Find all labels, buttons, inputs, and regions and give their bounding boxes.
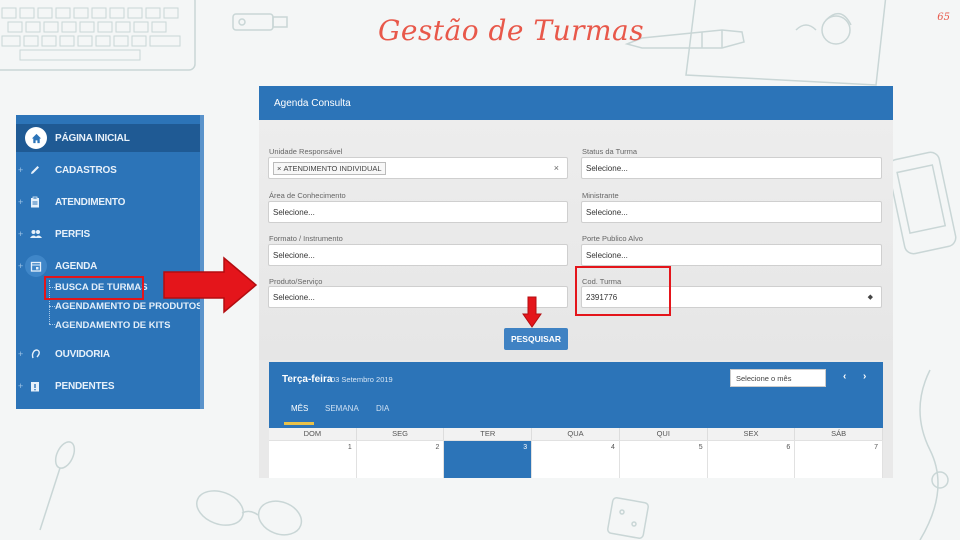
spoon-doodle [39, 441, 76, 531]
weekday-label: TER [444, 428, 533, 440]
sidebar-item-atendimento[interactable]: + ATENDIMENTO [16, 188, 204, 216]
weekday-header: DOM SEG TER QUA QUI SEX SÁB [269, 428, 884, 440]
tab-semana[interactable]: SEMANA [325, 404, 359, 413]
clipboard-icon [26, 193, 44, 211]
produto-label: Produto/Serviço [269, 277, 323, 286]
unidade-tag-text: ATENDIMENTO INDIVIDUAL [283, 163, 382, 173]
search-form: Unidade Responsável × ATENDIMENTO INDIVI… [259, 120, 893, 360]
calendar-week-row: 1 2 3 4 5 6 7 [269, 440, 884, 478]
sidebar-item-pagina-inicial[interactable]: PÁGINA INICIAL [16, 124, 204, 152]
calendar-day-cell[interactable]: 5 [619, 440, 708, 478]
ear-icon [26, 345, 44, 363]
unidade-label: Unidade Responsável [269, 147, 343, 156]
calendar-date: 03 Setembro 2019 [331, 375, 393, 384]
phone-doodle [888, 151, 957, 255]
people-icon [26, 225, 44, 243]
headphones-doodle [919, 369, 949, 540]
area-select[interactable]: Selecione... [268, 201, 568, 223]
calendar-day-cell[interactable]: 6 [707, 440, 796, 478]
status-label: Status da Turma [582, 147, 638, 156]
page-number: 65 [937, 12, 950, 23]
calendar-day-cell[interactable]: 2 [356, 440, 445, 478]
down-arrow-icon [522, 296, 542, 328]
sidebar-item-label: CADASTROS [55, 164, 117, 176]
dice-doodle [607, 497, 649, 539]
formato-label: Formato / Instrumento [269, 234, 343, 243]
clipboard-alert-icon [26, 377, 44, 395]
formato-select[interactable]: Selecione... [268, 244, 568, 266]
prev-month-icon[interactable]: ‹ [843, 371, 846, 382]
weekday-label: QUA [532, 428, 620, 440]
month-select[interactable]: Selecione o mês [730, 369, 826, 387]
sidebar-item-label: OUVIDORIA [55, 348, 110, 360]
calendar-day-cell-today[interactable]: 3 [444, 440, 533, 478]
weekday-label: SEX [708, 428, 796, 440]
porte-select[interactable]: Selecione... [581, 244, 882, 266]
calendar-day-cell[interactable]: 1 [269, 440, 357, 478]
clear-icon[interactable]: × [554, 163, 559, 173]
sidebar-item-cadastros[interactable]: + CADASTROS [16, 156, 204, 184]
spinner-icon[interactable]: ◆ [868, 293, 873, 301]
highlight-box-cod-turma [575, 266, 671, 316]
weekday-label: SÁB [795, 428, 884, 440]
next-month-icon[interactable]: › [863, 371, 866, 382]
calendar-icon [25, 255, 47, 277]
tab-dia[interactable]: DIA [376, 404, 389, 413]
usb-drive-doodle [232, 13, 288, 31]
home-icon [25, 127, 47, 149]
pesquisar-button[interactable]: PESQUISAR [504, 328, 568, 350]
weekday-label: QUI [620, 428, 708, 440]
active-tab-underline [284, 422, 314, 425]
calendar: Terça-feira 03 Setembro 2019 Selecione o… [269, 362, 884, 478]
sidebar-item-label: PERFIS [55, 228, 90, 240]
notebook-doodle [685, 0, 887, 86]
weekday-label: SEG [357, 428, 445, 440]
sidebar-item-label: ATENDIMENTO [55, 196, 126, 208]
ministrante-label: Ministrante [582, 191, 619, 200]
tab-mes[interactable]: MÊS [291, 404, 308, 413]
sidebar-item-label: AGENDA [55, 260, 98, 272]
calendar-day-name: Terça-feira [282, 374, 333, 385]
sidebar-subitem-agendamento-kits[interactable]: AGENDAMENTO DE KITS [55, 320, 170, 331]
sidebar-item-pendentes[interactable]: + PENDENTES [16, 372, 204, 400]
ministrante-select[interactable]: Selecione... [581, 201, 882, 223]
calendar-header: Terça-feira 03 Setembro 2019 Selecione o… [269, 362, 883, 428]
status-select[interactable]: Selecione... [581, 157, 882, 179]
area-label: Área de Conhecimento [269, 191, 346, 200]
porte-label: Porte Publico Alvo [582, 234, 643, 243]
sidebar-item-perfis[interactable]: + PERFIS [16, 220, 204, 248]
highlight-box-busca [44, 276, 144, 300]
sidebar-item-label: PENDENTES [55, 380, 115, 392]
unidade-field[interactable]: × ATENDIMENTO INDIVIDUAL × [268, 157, 568, 179]
panel-title: Agenda Consulta [259, 86, 893, 120]
sidebar-item-label: PÁGINA INICIAL [55, 132, 130, 144]
sidebar-item-ouvidoria[interactable]: + OUVIDORIA [16, 340, 204, 368]
keyboard-doodle [0, 0, 196, 71]
calendar-day-cell[interactable]: 4 [532, 440, 620, 478]
glasses-doodle [196, 490, 303, 536]
slide-title: Gestão de Turmas [378, 14, 645, 47]
pencil-icon [26, 161, 44, 179]
weekday-label: DOM [269, 428, 357, 440]
right-arrow-icon [163, 256, 258, 314]
calendar-day-cell[interactable]: 7 [795, 440, 884, 478]
unidade-tag[interactable]: × ATENDIMENTO INDIVIDUAL [273, 161, 386, 175]
